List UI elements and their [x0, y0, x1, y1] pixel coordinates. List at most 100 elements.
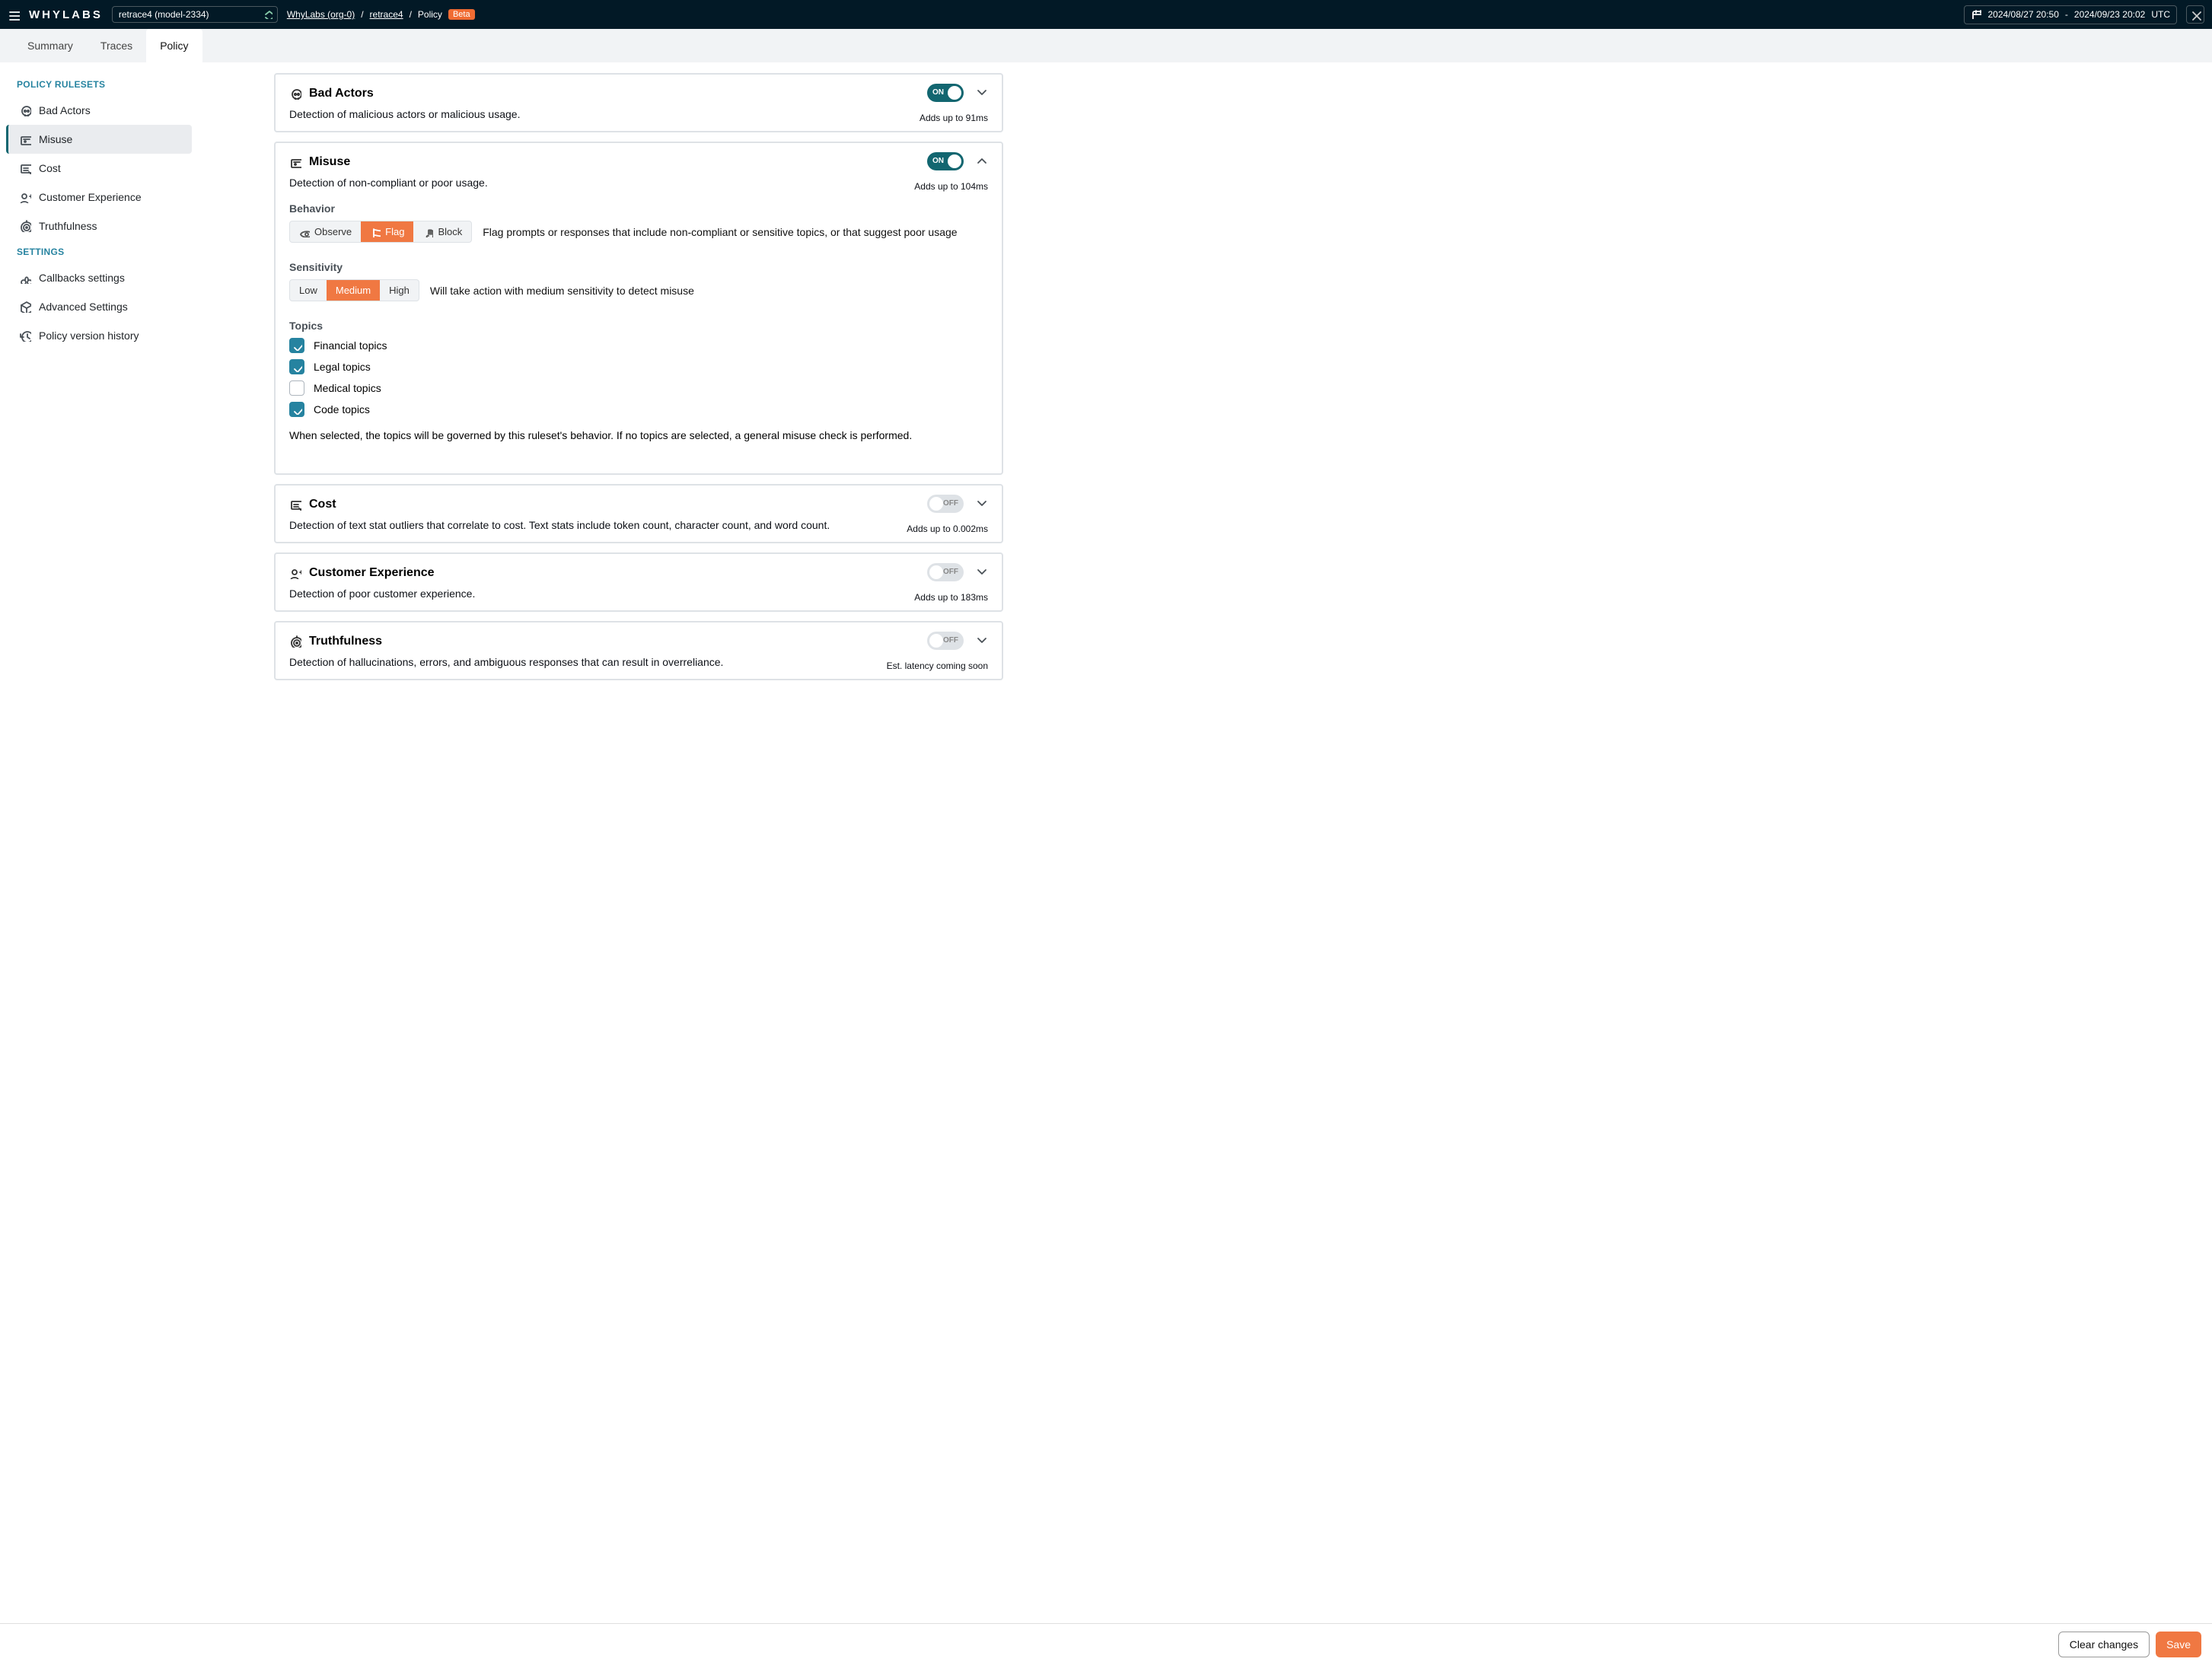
card-meta: Adds up to 104ms	[914, 181, 988, 192]
eye-icon	[299, 227, 310, 237]
cost-icon	[289, 498, 301, 511]
toggle-cx[interactable]: OFF	[927, 563, 964, 581]
misuse-icon	[19, 133, 31, 145]
behavior-label: Behavior	[289, 202, 988, 215]
behavior-segmented: Observe Flag Block	[289, 221, 472, 243]
sidebar-item-callbacks[interactable]: Callbacks settings	[6, 263, 192, 292]
breadcrumb-org[interactable]: WhyLabs (org-0)	[287, 9, 355, 20]
sidebar-item-label: Advanced Settings	[39, 301, 128, 313]
toggle-truth[interactable]: OFF	[927, 632, 964, 650]
sidebar-item-truth[interactable]: Truthfulness	[6, 212, 192, 240]
main: Bad Actors Detection of malicious actors…	[198, 62, 1020, 1581]
card-title: Bad Actors	[289, 87, 988, 100]
clear-changes-button[interactable]: Clear changes	[2058, 1632, 2150, 1657]
topics-checklist: Financial topics Legal topics Medical to…	[289, 338, 988, 417]
hamburger-menu-icon[interactable]	[8, 8, 20, 21]
sidebar-item-label: Customer Experience	[39, 191, 142, 203]
card-cost: Cost Detection of text stat outliers tha…	[274, 484, 1003, 543]
beta-badge: Beta	[448, 9, 475, 20]
card-desc: Detection of non-compliant or poor usage…	[289, 177, 988, 189]
card-title: Misuse	[289, 155, 988, 169]
sidebar-item-bad-actors[interactable]: Bad Actors	[6, 96, 192, 125]
checkbox-label: Code topics	[314, 403, 370, 415]
target-icon	[19, 220, 31, 232]
sensitivity-segmented: Low Medium High	[289, 279, 419, 301]
sidebar-item-cost[interactable]: Cost	[6, 154, 192, 183]
checkbox-label: Financial topics	[314, 339, 387, 352]
sensitivity-high[interactable]: High	[380, 280, 419, 301]
expand-bad-actors[interactable]	[974, 84, 988, 102]
card-meta: Adds up to 0.002ms	[907, 524, 988, 534]
date-tz: UTC	[2151, 9, 2170, 20]
card-desc: Detection of text stat outliers that cor…	[289, 519, 988, 531]
behavior-flag[interactable]: Flag	[361, 221, 413, 242]
card-bad-actors: Bad Actors Detection of malicious actors…	[274, 73, 1003, 132]
tab-policy[interactable]: Policy	[146, 29, 202, 62]
top-nav: WHYLABS retrace4 (model-2334) WhyLabs (o…	[0, 0, 2212, 29]
card-meta: Est. latency coming soon	[887, 661, 988, 671]
footer: Clear changes Save	[0, 1623, 2212, 1665]
user-plus-icon	[19, 191, 31, 203]
sidebar-heading-settings: SETTINGS	[6, 240, 192, 263]
check-icon	[292, 404, 302, 415]
save-button[interactable]: Save	[2156, 1632, 2201, 1657]
toggle-bad-actors[interactable]: ON	[927, 84, 964, 102]
topics-desc: When selected, the topics will be govern…	[289, 429, 988, 441]
toggle-cost[interactable]: OFF	[927, 495, 964, 513]
cost-icon	[19, 162, 31, 174]
date-range-picker[interactable]: 2024/08/27 20:50 - 2024/09/23 20:02 UTC	[1964, 5, 2177, 24]
sidebar-item-label: Truthfulness	[39, 220, 97, 232]
card-meta: Adds up to 183ms	[914, 592, 988, 603]
behavior-observe[interactable]: Observe	[290, 221, 361, 242]
checkbox-code-topics[interactable]	[289, 402, 304, 417]
toggle-misuse[interactable]: ON	[927, 152, 964, 170]
misuse-icon	[289, 156, 301, 168]
card-misuse: Misuse Detection of non-compliant or poo…	[274, 142, 1003, 475]
collapse-misuse[interactable]	[974, 153, 988, 170]
hand-icon	[422, 227, 433, 237]
card-cx: Customer Experience Detection of poor cu…	[274, 552, 1003, 612]
card-title: Customer Experience	[289, 566, 988, 580]
sensitivity-label: Sensitivity	[289, 261, 988, 273]
check-icon	[292, 361, 302, 372]
target-icon	[289, 635, 301, 648]
card-title: Truthfulness	[289, 635, 988, 648]
sidebar-item-advanced[interactable]: Advanced Settings	[6, 292, 192, 321]
expand-truth[interactable]	[974, 632, 988, 650]
sidebar-item-label: Cost	[39, 162, 61, 174]
skull-icon	[19, 104, 31, 116]
card-desc: Detection of malicious actors or malicio…	[289, 108, 988, 120]
checkbox-financial-topics[interactable]	[289, 338, 304, 353]
sidebar-item-version[interactable]: Policy version history	[6, 321, 192, 350]
sidebar-item-cx[interactable]: Customer Experience	[6, 183, 192, 212]
checkbox-label: Medical topics	[314, 382, 381, 394]
sidebar-item-label: Policy version history	[39, 329, 139, 342]
sensitivity-medium[interactable]: Medium	[327, 280, 380, 301]
cube-icon	[19, 301, 31, 313]
checkbox-medical-topics[interactable]	[289, 380, 304, 396]
sidebar-item-label: Bad Actors	[39, 104, 91, 116]
expand-cost[interactable]	[974, 495, 988, 513]
sidebar-heading-rulesets: POLICY RULESETS	[6, 73, 192, 96]
sidebar-item-misuse[interactable]: Misuse	[6, 125, 192, 154]
close-button[interactable]	[2186, 5, 2204, 24]
model-selector[interactable]: retrace4 (model-2334)	[112, 6, 278, 23]
sidebar: POLICY RULESETS Bad Actors Misuse Cost C…	[0, 62, 198, 1581]
webhook-icon	[19, 272, 31, 284]
date-to: 2024/09/23 20:02	[2074, 9, 2145, 20]
skull-icon	[289, 88, 301, 100]
behavior-desc: Flag prompts or responses that include n…	[483, 226, 957, 238]
breadcrumb: WhyLabs (org-0) / retrace4 / Policy Beta	[287, 9, 475, 20]
card-truth: Truthfulness Detection of hallucinations…	[274, 621, 1003, 680]
sensitivity-desc: Will take action with medium sensitivity…	[430, 285, 694, 297]
sensitivity-low[interactable]: Low	[290, 280, 327, 301]
flag-icon	[370, 227, 381, 237]
history-icon	[19, 329, 31, 342]
tab-summary[interactable]: Summary	[14, 29, 87, 62]
behavior-block[interactable]: Block	[413, 221, 471, 242]
expand-cx[interactable]	[974, 564, 988, 581]
tab-traces[interactable]: Traces	[87, 29, 146, 62]
date-from: 2024/08/27 20:50	[1987, 9, 2058, 20]
breadcrumb-project[interactable]: retrace4	[370, 9, 403, 20]
checkbox-legal-topics[interactable]	[289, 359, 304, 374]
